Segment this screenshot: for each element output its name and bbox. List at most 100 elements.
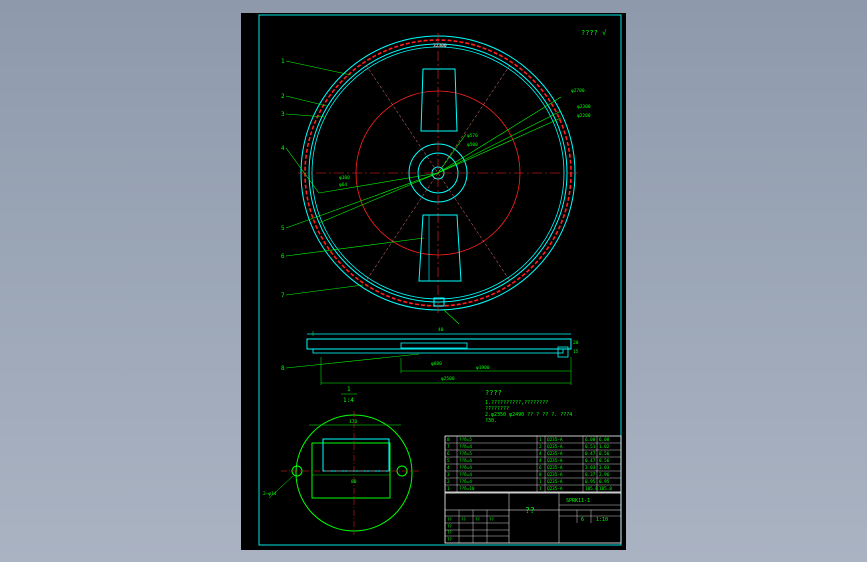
top-plate: [420, 68, 458, 132]
dim-100: φ100: [339, 175, 350, 181]
callout-numbers: 1 2 3 4 5 6 7 8: [281, 58, 285, 372]
callout-3: 3: [281, 111, 285, 118]
detail-dims: 170 80 2—φ14: [263, 419, 357, 497]
parts-cell-w2: 0.95: [599, 479, 610, 485]
title-block: SPRK11-1 ?? 6 1:10 ?? ?? ?? ?? ?? ?? ??: [444, 492, 622, 544]
sec-dim-top: 40: [438, 327, 444, 333]
parts-cell-w2: 0.56: [599, 451, 610, 457]
parts-cell-no: 7: [447, 444, 450, 450]
parts-cell-w1: 6.08: [585, 437, 596, 443]
parts-cell-mat: Q235-A: [547, 451, 563, 457]
parts-cell-w2: 3.03: [599, 465, 610, 471]
parts-cell-name: ??δ=4: [459, 465, 472, 471]
parts-cell-no: 2: [447, 479, 450, 485]
dim-500: φ500: [467, 142, 478, 148]
notes-title: ????: [485, 389, 502, 397]
parts-cell-qty: 1: [539, 479, 542, 485]
tb-cell-7: ??: [447, 537, 452, 542]
parts-cell-name: ??δ=4: [459, 444, 472, 450]
section-body: [306, 338, 572, 350]
parts-cell-w2: 6.08: [599, 437, 610, 443]
dim-2200: φ2200: [577, 113, 591, 119]
tb-cell-4: ??: [489, 517, 494, 522]
parts-cell-w1: 0.47: [585, 451, 596, 457]
parts-cell-w1: 0.47: [585, 458, 596, 464]
dim-2300: φ2300: [577, 104, 591, 110]
sheet-number: 6: [581, 517, 584, 523]
parts-cell-w2: 2.96: [599, 472, 610, 478]
callout-7: 7: [281, 292, 285, 299]
parts-cell-qty: 4: [539, 451, 542, 457]
parts-cell-qty: 1: [539, 486, 542, 492]
drawing-sheet: ???? √ 1 2 3 4 5 6 7 8 φ2700 φ2300 φ2200…: [241, 13, 626, 550]
parts-cell-mat: Q235-A: [547, 458, 563, 464]
parts-cell-mat: Q235-A: [547, 472, 563, 478]
callout-5: 5: [281, 225, 285, 232]
parts-cell-qty: 6: [539, 465, 542, 471]
bottom-plate: [418, 214, 462, 282]
parts-cell-mat: Q235-A: [547, 444, 563, 450]
parts-cell-w1: 0.51: [585, 444, 596, 450]
drawing-frame: [258, 14, 622, 546]
parts-cell-name: ??δ=4: [459, 472, 472, 478]
dim-2700: φ2700: [571, 88, 585, 94]
detail-dim-mid: 80: [351, 479, 357, 485]
callout-1: 1: [281, 58, 285, 65]
section-view: [306, 331, 572, 385]
parts-cell-qty: 2: [539, 444, 542, 450]
parts-cell-w1: 0.37: [585, 472, 596, 478]
parts-cell-mat: Q235-A: [547, 486, 563, 492]
drawing-title: ??: [525, 506, 535, 515]
parts-row: 4 ??δ=4 6 Q235-A 3.03 3.03: [447, 465, 610, 471]
tb-cell-6: ??: [447, 530, 452, 535]
parts-cell-w1: 0.95: [585, 479, 596, 485]
parts-cell-w2: 0.56: [599, 458, 610, 464]
parts-row: 6 ??δ=5 4 Q235-A 0.47 0.56: [447, 451, 610, 457]
parts-cell-no: 3: [447, 472, 450, 478]
parts-row: 2 ??δ=4 1 Q235-A 0.95 0.95: [447, 479, 610, 485]
section-hub: [400, 342, 468, 349]
sec-dim-inner: φ1900: [476, 365, 490, 371]
cad-viewport[interactable]: ???? √ 1 2 3 4 5 6 7 8 φ2700 φ2300 φ2200…: [0, 0, 867, 562]
parts-list: 8 ??δ=5 1 Q235-A 6.08 6.08 7 ??δ=4 2 Q235-A 0.51 1.…: [444, 435, 622, 493]
callout-2: 2: [281, 93, 285, 100]
parts-cell-name: ??δ=4: [459, 458, 472, 464]
parts-cell-no: 8: [447, 437, 450, 443]
parts-cell-mat: Q235-A: [547, 465, 563, 471]
section-dims: 40 φ2500 φ1900 φ880 20 15: [431, 327, 579, 382]
parts-cell-qty: 1: [539, 437, 542, 443]
detail-slot: [322, 438, 390, 472]
parts-cell-w1: 3.03: [585, 465, 596, 471]
parts-row: 5 ??δ=4 4 Q235-A 0.47 0.56: [447, 458, 610, 464]
drawing-canvas: ???? √ 1 2 3 4 5 6 7 8 φ2700 φ2300 φ2200…: [258, 14, 622, 546]
callout-4: 4: [281, 145, 285, 152]
dim-570: φ570: [467, 133, 478, 139]
detail-number: 1: [347, 386, 351, 393]
callout-6: 6: [281, 253, 285, 260]
parts-cell-name: ??δ=5: [459, 437, 472, 443]
dim-64: φ64: [339, 182, 347, 188]
tb-cell-1: ??: [447, 517, 452, 522]
detail-view: [268, 411, 421, 535]
section-plate: [312, 348, 564, 354]
sec-dim-total: φ2500: [441, 376, 455, 382]
tb-cell-3: ??: [475, 517, 480, 522]
parts-row: 1 ??δ=10 1 Q235-A 105.0 105.0: [447, 486, 612, 492]
parts-cell-w2: 1.02: [599, 444, 610, 450]
sec-dim-right: 20: [573, 340, 579, 346]
parts-cell-w1: 105.0: [585, 486, 598, 492]
parts-cell-no: 6: [447, 451, 450, 457]
detail-label: 1 1:4: [341, 386, 357, 404]
technical-notes: ???? 1.??????????,???????? ???????? 2.φ2…: [485, 389, 572, 424]
dim-top: 32300: [433, 43, 447, 49]
parts-cell-name: ??δ=10: [459, 486, 475, 492]
detail-dim-top: 170: [349, 419, 357, 425]
parts-cell-mat: Q235-A: [547, 437, 563, 443]
parts-cell-w2: 105.0: [599, 486, 612, 492]
sec-dim-tick: 15: [573, 349, 579, 355]
drawing-number: SPRK11-1: [566, 498, 590, 504]
parts-cell-mat: Q235-A: [547, 479, 563, 485]
parts-row: 7 ??δ=4 2 Q235-A 0.51 1.02: [447, 444, 610, 450]
parts-cell-name: ??δ=4: [459, 479, 472, 485]
notes-line3: 2.φ2350 φ2490 ?? ? ?? ?. ???4: [485, 412, 572, 418]
